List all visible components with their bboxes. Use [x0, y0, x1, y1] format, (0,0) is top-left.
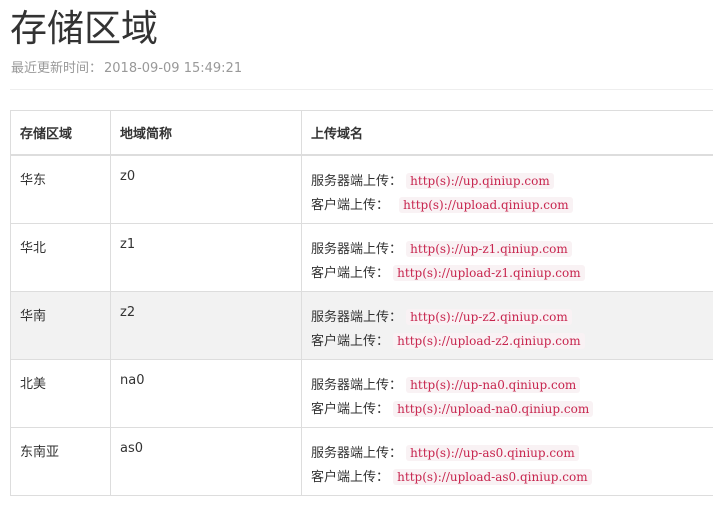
- cell-region: 华北: [10, 222, 111, 292]
- client-upload-url: http(s)://upload.qiniup.com: [399, 197, 573, 213]
- server-upload-label: 服务器端上传：: [311, 377, 403, 393]
- page-title: 存储区域: [10, 7, 158, 50]
- client-upload-label: 客户端上传：: [311, 469, 390, 485]
- header-region: 存储区域: [10, 110, 111, 156]
- cell-region: 北美: [10, 358, 111, 428]
- client-upload-url: http(s)://upload-na0.qiniup.com: [393, 400, 594, 417]
- cell-region: 华东: [10, 154, 111, 224]
- table-row: 华东 z0 服务器端上传： http(s)://up.qiniup.com 客户…: [10, 154, 713, 224]
- server-upload-label: 服务器端上传：: [311, 174, 403, 189]
- cell-upload-domain: 服务器端上传： http(s)://up-as0.qiniup.com 客户端上…: [301, 426, 713, 496]
- client-upload-url: http(s)://upload-z2.qiniup.com: [393, 332, 585, 349]
- table-row: 北美 na0 服务器端上传： http(s)://up-na0.qiniup.c…: [10, 358, 713, 428]
- server-upload-url: http(s)://up-z1.qiniup.com: [406, 240, 572, 257]
- cell-abbr: z0: [110, 154, 302, 224]
- client-upload-label: 客户端上传：: [311, 265, 390, 281]
- cell-abbr: as0: [110, 426, 302, 496]
- client-upload-url: http(s)://upload-z1.qiniup.com: [393, 264, 585, 281]
- cell-upload-domain: 服务器端上传： http(s)://up-z2.qiniup.com 客户端上传…: [301, 290, 713, 360]
- client-upload-line: 客户端上传： http(s)://upload-na0.qiniup.com: [311, 397, 713, 421]
- client-upload-label: 客户端上传：: [311, 333, 390, 349]
- server-upload-url: http(s)://up-na0.qiniup.com: [406, 376, 581, 393]
- client-upload-line: 客户端上传： http(s)://upload-z1.qiniup.com: [311, 261, 713, 285]
- server-upload-label: 服务器端上传：: [311, 241, 403, 257]
- server-upload-url: http(s)://up-as0.qiniup.com: [406, 444, 579, 461]
- client-upload-line: 客户端上传： http(s)://upload.qiniup.com: [311, 193, 713, 217]
- client-upload-line: 客户端上传： http(s)://upload-z2.qiniup.com: [311, 329, 713, 353]
- client-upload-label: 客户端上传：: [311, 198, 390, 213]
- table-row: 华北 z1 服务器端上传： http(s)://up-z1.qiniup.com…: [10, 222, 713, 292]
- server-upload-url: http(s)://up.qiniup.com: [406, 173, 554, 189]
- table-row: 东南亚 as0 服务器端上传： http(s)://up-as0.qiniup.…: [10, 426, 713, 496]
- server-upload-line: 服务器端上传： http(s)://up-z1.qiniup.com: [311, 237, 713, 261]
- last-updated: 最近更新时间： 2018-09-09 15:49:21: [11, 60, 242, 78]
- server-upload-url: http(s)://up-z2.qiniup.com: [406, 308, 572, 325]
- table-row: 华南 z2 服务器端上传： http(s)://up-z2.qiniup.com…: [10, 290, 713, 360]
- server-upload-label: 服务器端上传：: [311, 309, 403, 325]
- header-abbr: 地域简称: [110, 110, 302, 156]
- server-upload-line: 服务器端上传： http(s)://up.qiniup.com: [311, 169, 713, 193]
- last-updated-label: 最近更新时间：: [11, 61, 103, 76]
- server-upload-line: 服务器端上传： http(s)://up-z2.qiniup.com: [311, 305, 713, 329]
- cell-region: 华南: [10, 290, 111, 360]
- region-table: 存储区域 地域简称 上传域名 华东 z0 服务器端上传： http(s)://u…: [10, 110, 713, 496]
- cell-abbr: z1: [110, 222, 302, 292]
- server-upload-line: 服务器端上传： http(s)://up-as0.qiniup.com: [311, 441, 713, 465]
- cell-abbr: z2: [110, 290, 302, 360]
- header-upload-domain: 上传域名: [301, 110, 713, 156]
- client-upload-url: http(s)://upload-as0.qiniup.com: [393, 468, 592, 485]
- last-updated-time: 2018-09-09 15:49:21: [104, 61, 243, 76]
- cell-abbr: na0: [110, 358, 302, 428]
- table-header-row: 存储区域 地域简称 上传域名: [10, 110, 713, 156]
- client-upload-label: 客户端上传：: [311, 401, 390, 417]
- cell-upload-domain: 服务器端上传： http(s)://up-na0.qiniup.com 客户端上…: [301, 358, 713, 428]
- server-upload-line: 服务器端上传： http(s)://up-na0.qiniup.com: [311, 373, 713, 397]
- client-upload-line: 客户端上传： http(s)://upload-as0.qiniup.com: [311, 465, 713, 489]
- server-upload-label: 服务器端上传：: [311, 445, 403, 461]
- cell-upload-domain: 服务器端上传： http(s)://up-z1.qiniup.com 客户端上传…: [301, 222, 713, 292]
- cell-region: 东南亚: [10, 426, 111, 496]
- cell-upload-domain: 服务器端上传： http(s)://up.qiniup.com 客户端上传： h…: [301, 154, 713, 224]
- title-divider: [10, 89, 713, 90]
